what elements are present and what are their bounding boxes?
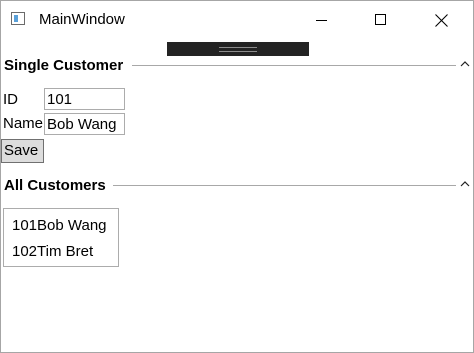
maximize-icon bbox=[375, 14, 386, 25]
id-label: ID bbox=[3, 91, 18, 108]
title-bar[interactable]: MainWindow bbox=[1, 1, 473, 39]
close-button[interactable] bbox=[418, 1, 464, 39]
customer-name: Bob Wang bbox=[37, 217, 107, 234]
drag-grip-icon bbox=[219, 47, 257, 52]
single-customer-title: Single Customer bbox=[4, 57, 124, 75]
debug-toolbar-handle[interactable] bbox=[167, 42, 309, 56]
minimize-button[interactable] bbox=[298, 1, 344, 39]
customer-name: Tim Bret bbox=[37, 243, 94, 260]
chevron-up-icon[interactable] bbox=[460, 60, 470, 67]
main-window: MainWindow Single Customer ID Name Save … bbox=[0, 0, 474, 353]
header-divider bbox=[132, 65, 456, 66]
name-label: Name bbox=[3, 115, 44, 132]
header-divider bbox=[113, 185, 456, 186]
list-item[interactable]: 101Bob Wang bbox=[12, 217, 107, 235]
minimize-icon bbox=[316, 20, 327, 21]
all-customers-expander-header[interactable]: All Customers bbox=[1, 176, 473, 196]
name-field[interactable] bbox=[44, 113, 125, 135]
close-icon bbox=[435, 14, 448, 27]
maximize-button[interactable] bbox=[358, 1, 404, 39]
app-window-icon bbox=[11, 12, 25, 25]
chevron-up-icon[interactable] bbox=[460, 180, 470, 187]
save-button[interactable]: Save bbox=[1, 139, 44, 163]
all-customers-title: All Customers bbox=[4, 177, 106, 195]
single-customer-expander-header[interactable]: Single Customer bbox=[1, 56, 473, 76]
customers-list[interactable]: 101Bob Wang 102Tim Bret bbox=[3, 208, 119, 267]
customer-id: 101 bbox=[12, 217, 38, 234]
customer-id: 102 bbox=[12, 243, 38, 260]
window-title: MainWindow bbox=[39, 11, 125, 28]
id-field[interactable] bbox=[44, 88, 125, 110]
list-item[interactable]: 102Tim Bret bbox=[12, 243, 93, 261]
